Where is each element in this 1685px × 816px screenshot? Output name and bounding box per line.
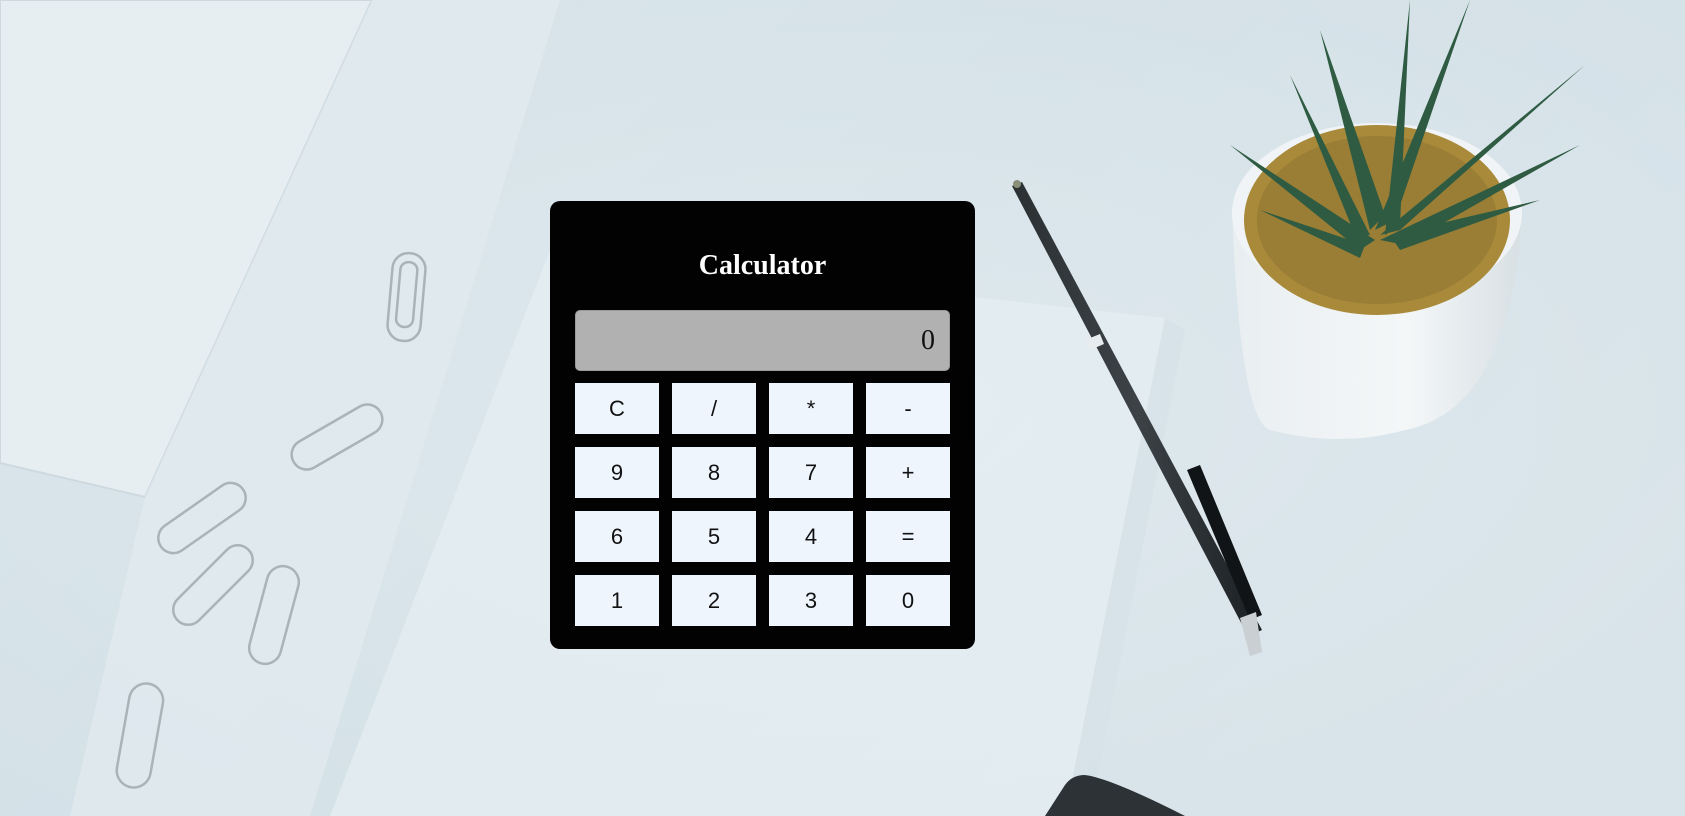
digit-4-button[interactable]: 4: [769, 511, 853, 562]
digit-2-button[interactable]: 2: [672, 575, 756, 626]
keypad: C / * - 9 8 7 + 6 5 4 = 1 2 3 0: [575, 383, 950, 626]
digit-0-button[interactable]: 0: [866, 575, 950, 626]
add-button[interactable]: +: [866, 447, 950, 498]
calculator-panel: Calculator 0 C / * - 9 8 7 + 6 5 4 = 1 2…: [550, 201, 975, 649]
digit-3-button[interactable]: 3: [769, 575, 853, 626]
calculator-display: 0: [575, 310, 950, 371]
digit-5-button[interactable]: 5: [672, 511, 756, 562]
display-value: 0: [921, 325, 935, 356]
desk-background: Calculator 0 C / * - 9 8 7 + 6 5 4 = 1 2…: [0, 0, 1685, 816]
digit-9-button[interactable]: 9: [575, 447, 659, 498]
clear-button[interactable]: C: [575, 383, 659, 434]
multiply-button[interactable]: *: [769, 383, 853, 434]
digit-6-button[interactable]: 6: [575, 511, 659, 562]
subtract-button[interactable]: -: [866, 383, 950, 434]
digit-7-button[interactable]: 7: [769, 447, 853, 498]
digit-8-button[interactable]: 8: [672, 447, 756, 498]
digit-1-button[interactable]: 1: [575, 575, 659, 626]
divide-button[interactable]: /: [672, 383, 756, 434]
equals-button[interactable]: =: [866, 511, 950, 562]
calculator-title: Calculator: [698, 250, 827, 281]
